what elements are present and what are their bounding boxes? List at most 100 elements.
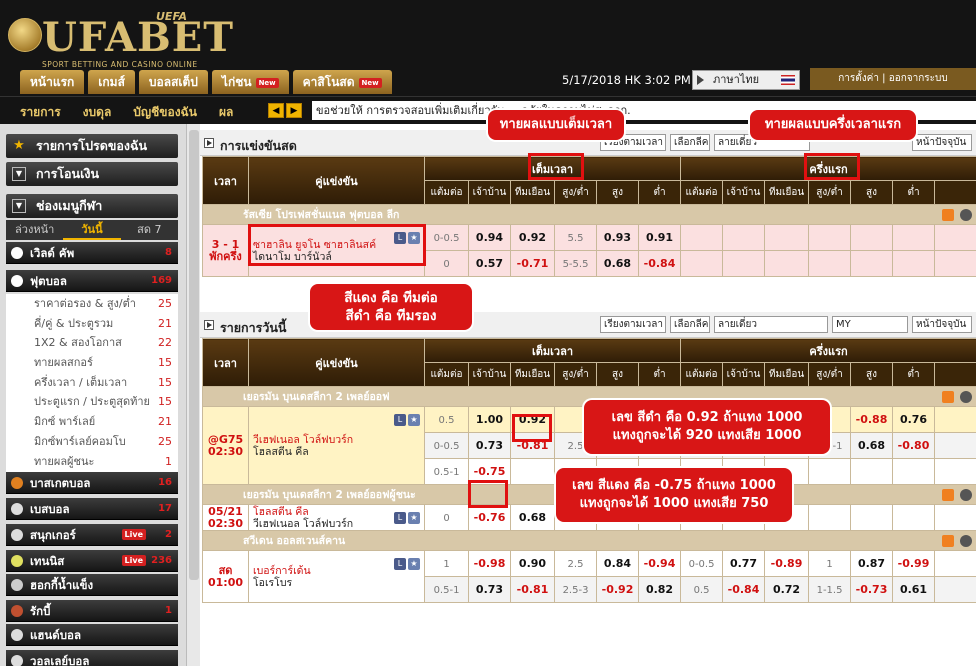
- ufabet-logo[interactable]: UFABET UEFA SPORT BETTING AND CASINO ONL…: [6, 8, 233, 69]
- star-icon[interactable]: ★: [408, 414, 420, 426]
- odds-cell[interactable]: [892, 504, 936, 531]
- odds-cell[interactable]: [892, 224, 936, 251]
- odds-cell[interactable]: -0.98: [468, 550, 511, 577]
- favorite-icon[interactable]: [942, 535, 955, 547]
- odds-cell[interactable]: -0.73: [850, 576, 894, 603]
- away-team[interactable]: โฮลสตีน คีล: [253, 446, 424, 458]
- odds-cell[interactable]: -0.89: [764, 550, 810, 577]
- arrow-right-icon[interactable]: ▶: [286, 103, 302, 118]
- arrow-left-icon[interactable]: ◀: [268, 103, 284, 118]
- odds-cell[interactable]: -0.84: [722, 576, 766, 603]
- odds-cell[interactable]: [892, 458, 936, 485]
- football-submenu-item[interactable]: มิกซ์ พาร์เลย์ 21: [6, 412, 178, 432]
- choose-league-button[interactable]: เลือกลีค: [670, 134, 710, 151]
- live-info-icon[interactable]: L: [394, 558, 406, 570]
- sub-nav-link-0[interactable]: รายการ: [20, 103, 61, 122]
- current-page-button[interactable]: หน้าปัจจุบัน: [912, 316, 972, 333]
- current-page-button[interactable]: หน้าปัจจุบัน: [912, 134, 972, 151]
- odds-cell[interactable]: 0.93: [596, 224, 639, 251]
- nav-tab-1[interactable]: เกมส์: [88, 70, 135, 94]
- odds-type-select[interactable]: MY: [832, 316, 908, 333]
- sub-nav-link-3[interactable]: ผล: [219, 103, 233, 122]
- collapse-icon[interactable]: [204, 320, 214, 330]
- odds-cell[interactable]: -0.88: [850, 406, 894, 433]
- odds-cell[interactable]: -0.99: [892, 550, 936, 577]
- odds-cell[interactable]: 0.91: [637, 224, 682, 251]
- star-icon[interactable]: ★: [408, 558, 420, 570]
- sport-item-1[interactable]: ฟุตบอล 169: [6, 270, 178, 292]
- away-team[interactable]: โอเรโบร: [253, 577, 424, 589]
- football-submenu-item[interactable]: ครึ่งเวลา / เต็มเวลา 15: [6, 373, 178, 393]
- football-submenu-item[interactable]: มิกซ์พาร์เลย์คอมโบ 25: [6, 432, 178, 452]
- sidebar-tab-2[interactable]: สด 7: [121, 220, 178, 240]
- choose-league-button[interactable]: เลือกลีค: [670, 316, 710, 333]
- sport-item-5[interactable]: เทนนิส Live 236: [6, 550, 178, 572]
- odds-cell[interactable]: 0.61: [892, 576, 936, 603]
- sport-item-8[interactable]: แฮนด์บอล: [6, 624, 178, 646]
- odds-cell[interactable]: 0.68: [596, 250, 639, 277]
- sport-item-4[interactable]: สนุกเกอร์ Live 2: [6, 524, 178, 546]
- collapse-icon[interactable]: [204, 138, 214, 148]
- odds-cell[interactable]: 0.77: [722, 550, 766, 577]
- odds-cell[interactable]: 0.73: [468, 432, 511, 459]
- sub-nav-link-1[interactable]: งบดุล: [83, 103, 112, 122]
- sport-item-9[interactable]: วอลเลย์บอล: [6, 650, 178, 666]
- sidebar-scrollbar[interactable]: [186, 124, 200, 666]
- odds-cell[interactable]: [850, 224, 894, 251]
- sport-item-0[interactable]: เวิลด์ คัพ 8: [6, 242, 178, 264]
- odds-cell[interactable]: -0.94: [637, 550, 682, 577]
- football-submenu-item[interactable]: ราคาต่อรอง & สูง/ต่ำ 25: [6, 294, 178, 314]
- football-submenu-item[interactable]: คี่/คู่ & ประตูรวม 21: [6, 314, 178, 334]
- refresh-icon[interactable]: [960, 391, 973, 403]
- sport-item-2[interactable]: บาสเกตบอล 16: [6, 472, 178, 494]
- sport-item-3[interactable]: เบสบอล 17: [6, 498, 178, 520]
- odds-cell[interactable]: 0.68: [850, 432, 894, 459]
- odds-cell[interactable]: [892, 250, 936, 277]
- odds-cell[interactable]: [722, 250, 766, 277]
- favorite-icon[interactable]: [942, 209, 955, 221]
- odds-cell[interactable]: -0.76: [468, 504, 511, 531]
- favorite-icon[interactable]: [942, 489, 955, 501]
- odds-cell[interactable]: 0.94: [468, 224, 511, 251]
- odds-cell[interactable]: [850, 458, 894, 485]
- refresh-icon[interactable]: [960, 209, 973, 221]
- odds-cell[interactable]: 0.90: [510, 550, 555, 577]
- odds-cell[interactable]: [722, 224, 766, 251]
- odds-cell[interactable]: -0.71: [510, 250, 555, 277]
- odds-cell[interactable]: 0.92: [510, 224, 555, 251]
- live-info-icon[interactable]: L: [394, 414, 406, 426]
- odds-cell[interactable]: -0.92: [596, 576, 639, 603]
- sort-by-time-select[interactable]: เรียงตามเวลา: [600, 316, 666, 333]
- football-submenu-item[interactable]: ทายผลสกอร์ 15: [6, 353, 178, 373]
- live-info-icon[interactable]: L: [394, 512, 406, 524]
- nav-tab-3[interactable]: ไก่ชน New: [211, 70, 289, 94]
- odds-cell[interactable]: 0.57: [468, 250, 511, 277]
- home-team[interactable]: วีเฮฟเนอล โวล์ฟบวร์ก: [253, 434, 424, 446]
- odds-cell[interactable]: 0.68: [510, 504, 555, 531]
- odds-cell[interactable]: [510, 458, 555, 485]
- odds-cell[interactable]: 0.87: [850, 550, 894, 577]
- odds-cell[interactable]: -0.84: [637, 250, 682, 277]
- odds-cell[interactable]: [850, 250, 894, 277]
- display-mode-select[interactable]: ลายเดี่ยว: [714, 316, 828, 333]
- odds-cell[interactable]: [850, 504, 894, 531]
- odds-cell[interactable]: 0.72: [764, 576, 810, 603]
- star-icon[interactable]: ★: [408, 512, 420, 524]
- transfer-header[interactable]: ▼ การโอนเงิน: [6, 162, 178, 186]
- sports-menu-header[interactable]: ▼ ช่องเมนูกีฬา: [6, 194, 178, 218]
- nav-tab-0[interactable]: หน้าแรก: [20, 70, 85, 94]
- sidebar-tab-0[interactable]: ล่วงหน้า: [6, 220, 63, 240]
- football-submenu-item[interactable]: ทายผลผู้ชนะ 1: [6, 452, 178, 472]
- football-submenu-item[interactable]: ประตูแรก / ประตูสุดท้าย 15: [6, 392, 178, 412]
- sport-item-6[interactable]: ฮอกกี้น้ำแข็ง: [6, 574, 178, 596]
- odds-cell[interactable]: -0.80: [892, 432, 936, 459]
- my-bets-header[interactable]: ★ รายการโปรดของฉัน: [6, 134, 178, 158]
- odds-cell[interactable]: [764, 250, 810, 277]
- sport-item-7[interactable]: รักบี้ 1: [6, 600, 178, 622]
- odds-cell[interactable]: [764, 224, 810, 251]
- odds-cell[interactable]: 1.00: [468, 406, 511, 433]
- nav-tab-4[interactable]: คาสิโนสด New: [292, 70, 392, 94]
- favorite-icon[interactable]: [942, 391, 955, 403]
- odds-cell[interactable]: 0.76: [892, 406, 936, 433]
- odds-cell[interactable]: 0.84: [596, 550, 639, 577]
